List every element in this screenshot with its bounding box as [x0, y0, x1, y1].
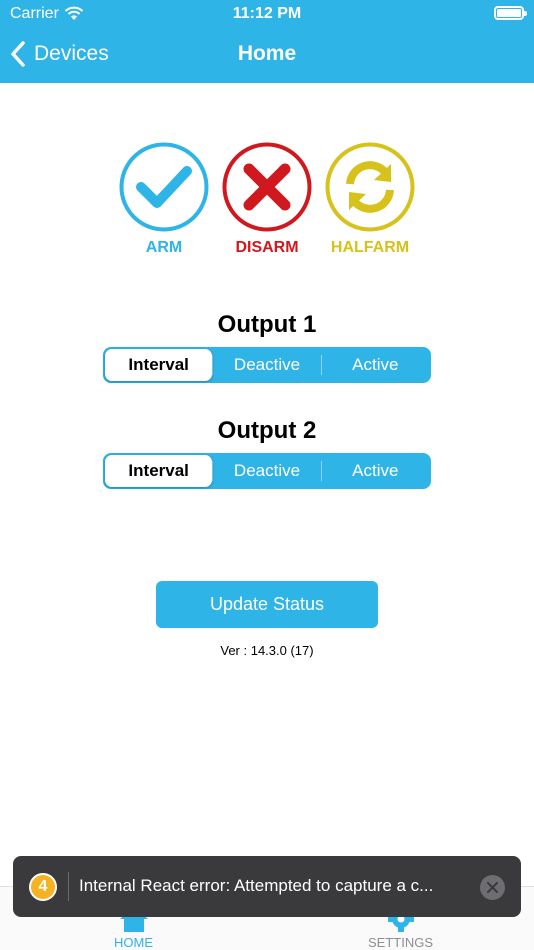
disarm-button[interactable]: DISARM	[222, 142, 312, 257]
halfarm-label: HALFARM	[330, 239, 410, 256]
halfarm-button[interactable]: HALFARM	[325, 142, 415, 257]
arm-button[interactable]: ARM	[119, 142, 209, 257]
dismiss-toast-button[interactable]	[480, 875, 505, 900]
battery-icon	[494, 6, 527, 20]
status-bar: Carrier 11:12 PM	[0, 0, 534, 28]
output-1-option-interval[interactable]: Interval	[105, 349, 213, 381]
output-2-option-deactive[interactable]: Deactive	[213, 455, 320, 487]
output-1-segmented-control: Interval Deactive Active	[103, 347, 431, 383]
checkmark-icon	[119, 142, 209, 232]
nav-header: Carrier 11:12 PM Devices Home	[0, 0, 534, 83]
error-message: Internal React error: Attempted to captu…	[79, 876, 434, 895]
error-count-badge: 4	[29, 873, 57, 901]
output-2-title: Output 2	[217, 417, 317, 444]
error-toast[interactable]: 4 Internal React error: Attempted to cap…	[13, 856, 521, 917]
close-icon	[487, 882, 498, 893]
update-status-button[interactable]: Update Status	[156, 581, 378, 628]
sync-icon	[325, 142, 415, 232]
home-screen: Carrier 11:12 PM Devices Home ARM DISARM…	[0, 0, 534, 950]
output-2-option-active[interactable]: Active	[322, 455, 429, 487]
output-1-option-deactive[interactable]: Deactive	[213, 349, 320, 381]
output-2-option-interval[interactable]: Interval	[105, 455, 213, 487]
output-1-title: Output 1	[217, 311, 317, 338]
tab-home-label: HOME	[114, 935, 153, 950]
version-label: Ver : 14.3.0 (17)	[220, 643, 314, 658]
status-time: 11:12 PM	[232, 5, 302, 22]
page-title: Home	[237, 42, 297, 65]
toast-divider	[68, 872, 69, 901]
x-icon	[222, 142, 312, 232]
arm-label: ARM	[145, 239, 183, 256]
output-2-segmented-control: Interval Deactive Active	[103, 453, 431, 489]
output-1-option-active[interactable]: Active	[322, 349, 429, 381]
disarm-label: DISARM	[235, 239, 299, 256]
tab-settings-label: SETTINGS	[367, 935, 433, 950]
